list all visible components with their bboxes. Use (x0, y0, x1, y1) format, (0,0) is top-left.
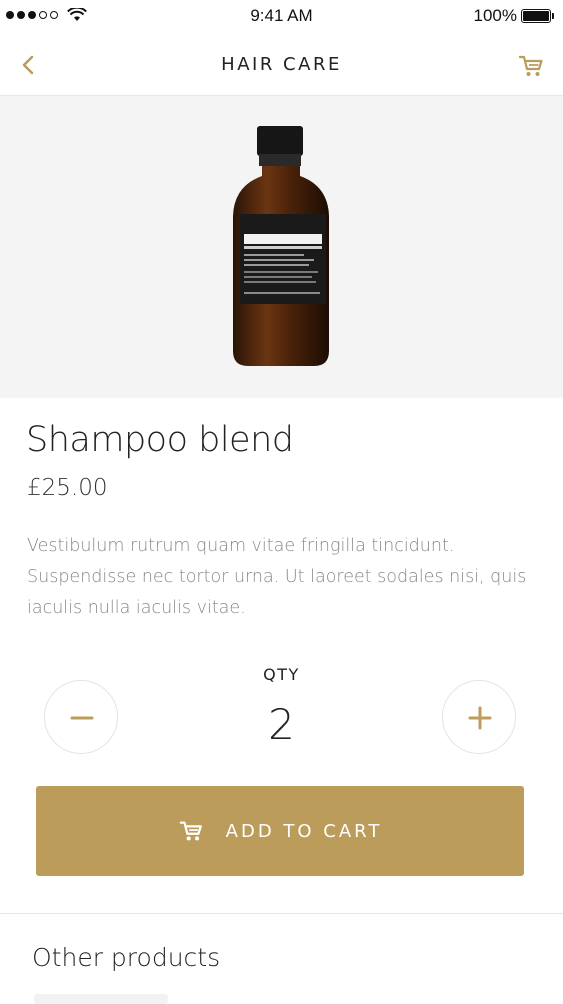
add-to-cart-label: ADD TO CART (225, 820, 383, 842)
cart-button[interactable] (517, 52, 545, 80)
plus-icon (468, 706, 492, 730)
cart-icon (178, 818, 204, 844)
other-products-title: Other products (32, 943, 221, 972)
page-title: HAIR CARE (221, 54, 342, 75)
quantity-increment-button[interactable] (442, 680, 516, 754)
add-to-cart-button[interactable]: ADD TO CART (36, 786, 524, 876)
product-card[interactable] (34, 994, 168, 1004)
product-price: £25.00 (27, 475, 108, 501)
cart-icon (518, 55, 543, 76)
status-bar: 9:41 AM 100% (0, 0, 563, 34)
product-name: Shampoo blend (26, 420, 294, 460)
product-bottle-image (233, 126, 329, 366)
battery-percent: 100% (473, 6, 517, 25)
battery-icon (521, 9, 554, 23)
product-description: Vestibulum rutrum quam vitae fringilla t… (27, 536, 527, 618)
product-image (0, 96, 563, 398)
navigation-bar: HAIR CARE (0, 34, 563, 96)
battery-indicator: 100% (473, 6, 554, 26)
section-divider (0, 913, 563, 914)
